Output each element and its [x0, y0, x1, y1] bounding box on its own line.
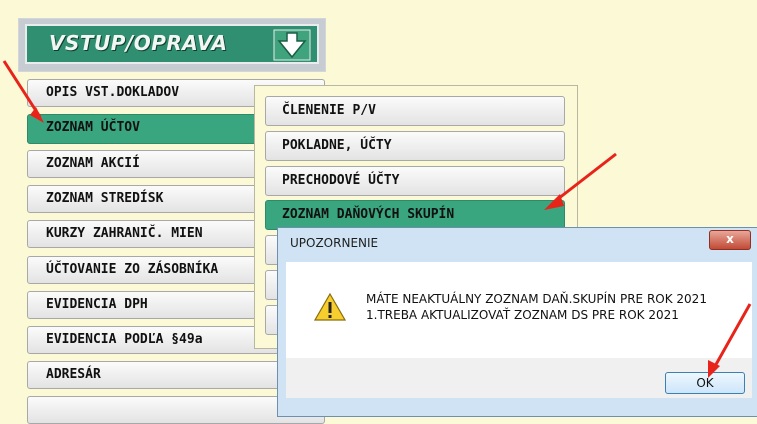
message-line-2: 1.TREBA AKTUALIZOVAŤ ZOZNAM DS PRE ROK 2… — [366, 308, 679, 322]
submenu-item-clenenie[interactable]: ČLENENIE P/V — [265, 96, 565, 126]
down-arrow-icon — [273, 29, 311, 61]
annotation-arrow-3 — [708, 303, 752, 378]
header-panel: VSTUP/OPRAVA — [18, 18, 326, 72]
close-button[interactable]: x — [709, 230, 751, 250]
warning-dialog: UPOZORNENIE x MÁTE NEAKTUÁLNY ZOZNAM DAŇ… — [277, 227, 757, 417]
annotation-arrow-1 — [2, 60, 44, 123]
header-banner: VSTUP/OPRAVA — [25, 24, 319, 64]
dialog-body: MÁTE NEAKTUÁLNY ZOZNAM DAŇ.SKUPÍN PRE RO… — [286, 262, 752, 358]
annotation-arrow-2 — [544, 152, 617, 210]
dialog-title: UPOZORNENIE — [290, 236, 379, 250]
warning-icon — [314, 292, 346, 321]
dialog-footer: OK — [286, 358, 752, 398]
header-title: VSTUP/OPRAVA — [49, 31, 228, 55]
message-line-1: MÁTE NEAKTUÁLNY ZOZNAM DAŇ.SKUPÍN PRE RO… — [366, 292, 707, 306]
